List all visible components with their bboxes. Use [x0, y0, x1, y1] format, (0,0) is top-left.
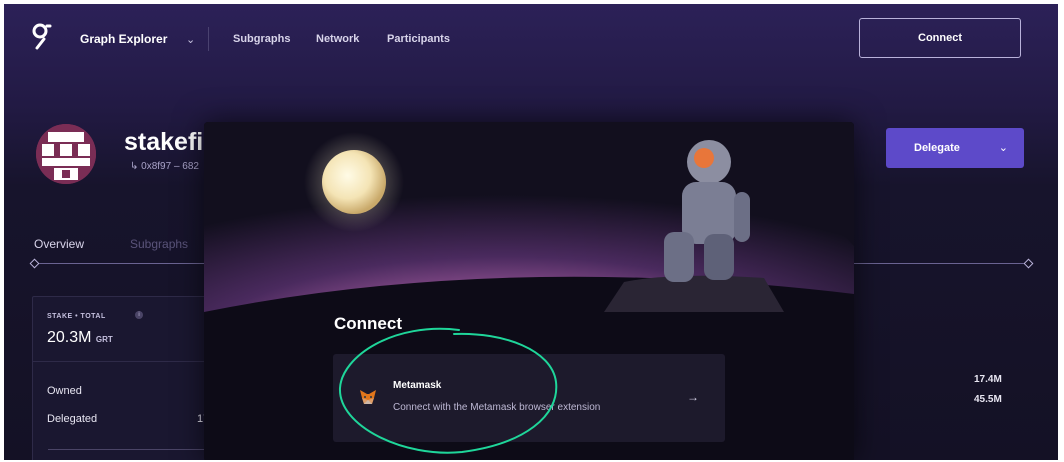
tab-marker-right — [1023, 258, 1034, 269]
app-frame: Graph Explorer ⌄ Subgraphs Network Parti… — [4, 4, 1058, 460]
profile-address[interactable]: ↳ 0x8f97 – 682 — [130, 161, 199, 172]
delegate-button[interactable]: Delegate ⌄ — [886, 128, 1024, 168]
connect-button[interactable]: Connect — [859, 18, 1021, 58]
stake-amount: 20.3M — [47, 329, 92, 346]
modal-title: Connect — [334, 314, 402, 333]
tab-overview[interactable]: Overview — [34, 237, 84, 251]
wallet-description: Connect with the Metamask browser extens… — [393, 402, 601, 413]
tab-underline-right — [854, 263, 1026, 264]
connect-modal: Connect Metamask Connect with the Metama… — [204, 122, 854, 460]
tab-subgraphs[interactable]: Subgraphs — [130, 237, 188, 251]
nav-divider — [208, 27, 209, 51]
space-illustration — [204, 122, 854, 312]
top-nav: Graph Explorer ⌄ Subgraphs Network Parti… — [4, 4, 1058, 78]
bottom-divider — [48, 449, 218, 450]
nav-link-network[interactable]: Network — [316, 33, 359, 45]
arrow-right-icon[interactable]: → — [687, 390, 699, 404]
nav-link-subgraphs[interactable]: Subgraphs — [233, 33, 290, 45]
tab-underline — [38, 263, 208, 264]
delegated-right-value: 45.5M — [974, 394, 1002, 405]
metamask-fox-icon — [360, 390, 376, 404]
owned-label: Owned — [47, 385, 82, 397]
stake-card: STAKE • TOTAL i 20.3M GRT Owned Delegate… — [32, 296, 232, 460]
graph-logo-icon[interactable] — [30, 22, 52, 52]
owned-right-value: 17.4M — [974, 374, 1002, 385]
wallet-name: Metamask — [393, 380, 442, 391]
nav-link-participants[interactable]: Participants — [387, 33, 450, 45]
info-icon[interactable]: i — [135, 311, 143, 319]
delegate-label: Delegate — [914, 142, 960, 154]
profile-name: stakefi — [124, 128, 204, 156]
metamask-option[interactable]: Metamask Connect with the Metamask brows… — [333, 354, 725, 442]
brand-title[interactable]: Graph Explorer — [80, 32, 167, 46]
delegated-label: Delegated — [47, 413, 98, 425]
stats-divider — [33, 361, 231, 362]
stake-value: 20.3M GRT — [47, 329, 113, 347]
tab-marker — [29, 258, 40, 269]
avatar — [36, 124, 96, 184]
chevron-down-icon[interactable]: ⌄ — [186, 33, 195, 46]
stake-unit: GRT — [95, 335, 113, 344]
chevron-down-icon: ⌄ — [998, 142, 1008, 154]
stake-label: STAKE • TOTAL — [47, 313, 106, 320]
